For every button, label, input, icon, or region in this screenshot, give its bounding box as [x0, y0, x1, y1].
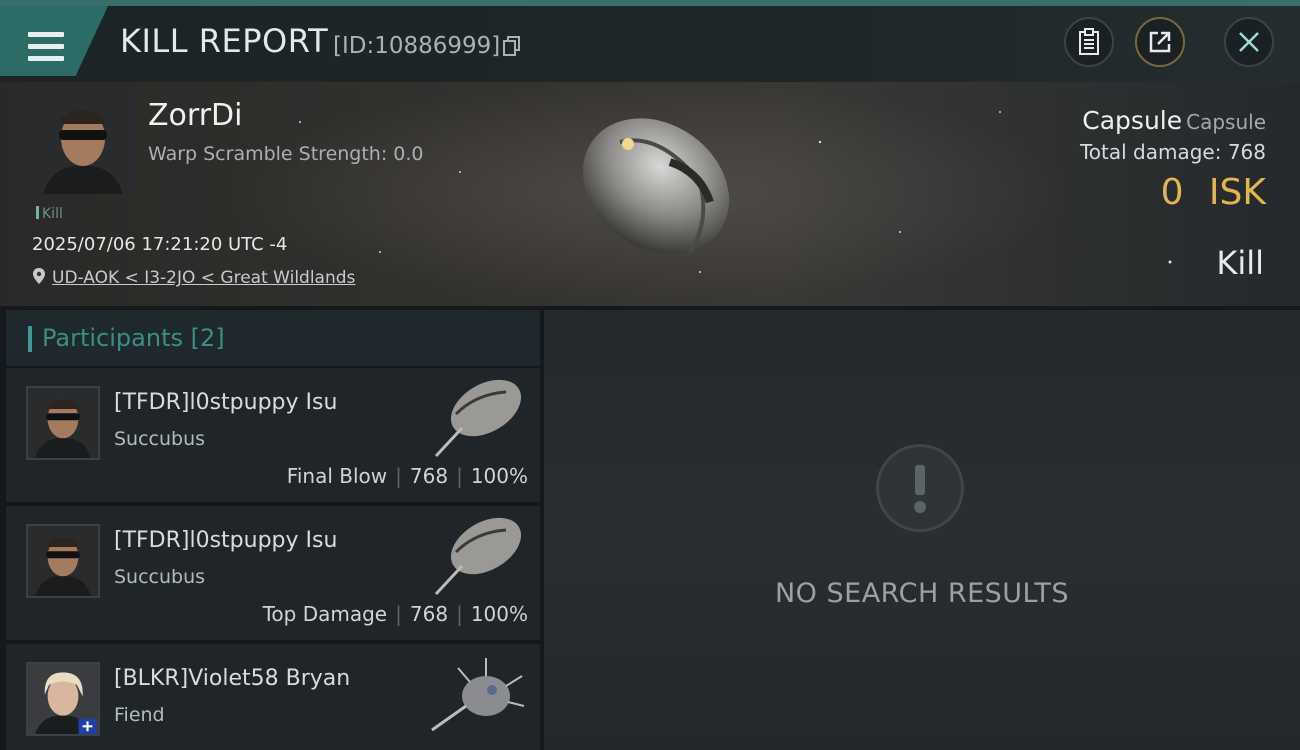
participant-role: Top Damage: [262, 602, 388, 626]
ship-name: Capsule Capsule: [1082, 106, 1266, 135]
page-title: KILL REPORT: [120, 22, 329, 60]
search-results-panel: NO SEARCH RESULTS: [544, 310, 1300, 750]
participant-row[interactable]: [TFDR]l0stpuppy Isu Succubus Final Blow |…: [6, 368, 540, 502]
warp-scramble-strength: Warp Scramble Strength: 0.0: [148, 143, 424, 165]
avatar[interactable]: [26, 386, 100, 460]
avatar[interactable]: [26, 524, 100, 598]
copy-icon[interactable]: [503, 36, 521, 56]
capsule-ship-icon: [582, 118, 730, 254]
kill-location[interactable]: UD-AOK < I3-2JO < Great Wildlands: [32, 267, 355, 288]
participant-stats: Top Damage | 768 | 100%: [262, 602, 528, 626]
participant-ship: Fiend: [114, 704, 165, 726]
participant-ship: Succubus: [114, 566, 206, 588]
participant-name[interactable]: [TFDR]l0stpuppy Isu: [114, 528, 337, 553]
victim-avatar[interactable]: [33, 94, 133, 194]
participant-damage: 768: [409, 602, 449, 626]
participant-name[interactable]: [TFDR]l0stpuppy Isu: [114, 390, 337, 415]
participants-header: Participants [2]: [6, 310, 540, 366]
exclamation-icon: [876, 444, 964, 532]
total-damage: Total damage: 768: [1079, 140, 1266, 164]
participant-stats: Final Blow | 768 | 100%: [286, 464, 528, 488]
ship-class: Capsule: [1186, 110, 1266, 134]
participant-percent: 100%: [470, 602, 528, 626]
no-results-text: NO SEARCH RESULTS: [774, 578, 1070, 609]
participant-row[interactable]: [BLKR]Violet58 Bryan Fiend: [6, 644, 540, 750]
participant-ship: Succubus: [114, 428, 206, 450]
participant-role: Final Blow: [286, 464, 388, 488]
location-link[interactable]: UD-AOK < I3-2JO < Great Wildlands: [52, 268, 355, 288]
location-pin-icon: [33, 268, 45, 284]
fiend-ship-icon: [431, 658, 525, 732]
hamburger-menu-icon: [28, 32, 64, 62]
pilot-portrait-icon: [33, 94, 133, 194]
avatar[interactable]: [26, 662, 100, 736]
succubus-ship-icon: [434, 517, 522, 596]
close-button[interactable]: [1224, 17, 1274, 67]
close-icon: [1239, 32, 1259, 52]
kill-datetime: 2025/07/06 17:21:20 UTC -4: [32, 234, 288, 255]
participant-row[interactable]: [TFDR]l0stpuppy Isu Succubus Top Damage |…: [6, 506, 540, 640]
participant-percent: 100%: [470, 464, 528, 488]
kill-result: Kill: [1216, 244, 1264, 282]
participants-panel: Participants [2] [TFDR]l0stpuppy Isu Suc…: [6, 310, 540, 750]
participant-name[interactable]: [BLKR]Violet58 Bryan: [114, 666, 350, 691]
pilot-portrait-icon: [28, 388, 98, 458]
report-id: [ID:10886999]: [333, 33, 501, 59]
pilot-portrait-icon: [28, 664, 98, 734]
participants-title: Participants [2]: [42, 324, 225, 352]
succubus-ship-icon: [434, 379, 522, 458]
pilot-portrait-icon: [28, 526, 98, 596]
participant-damage: 768: [409, 464, 449, 488]
kill-tag: Kill: [36, 206, 63, 222]
clipboard-button[interactable]: [1064, 17, 1114, 67]
share-icon: [1149, 31, 1171, 53]
share-button[interactable]: [1135, 17, 1185, 67]
victim-name[interactable]: ZorrDi: [148, 98, 242, 133]
clipboard-icon: [1079, 28, 1099, 55]
isk-value: 0 ISK: [1160, 172, 1266, 213]
